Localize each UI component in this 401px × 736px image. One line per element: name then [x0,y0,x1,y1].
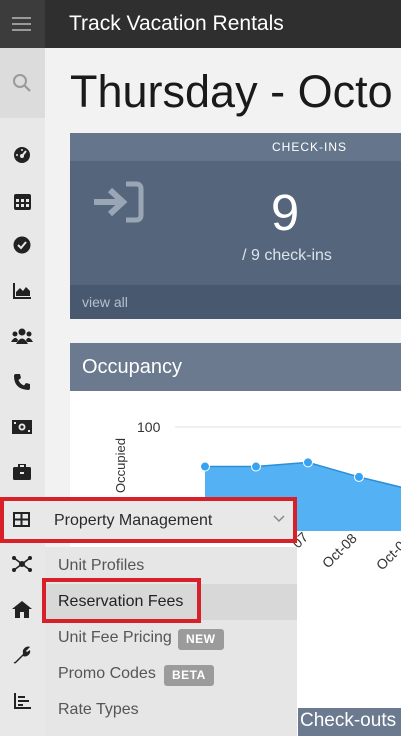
checkins-count: 9 [270,184,300,241]
search-icon [13,74,31,92]
view-all-link[interactable]: view all [82,294,128,310]
y-tick-label: 100 [137,419,161,435]
top-bar: Track Vacation Rentals [0,0,401,48]
sign-in-icon [94,181,144,223]
checkins-title: CHECK-INS [272,140,348,154]
checkouts-card-header: Check-outs [298,708,401,736]
chevron-down-icon [273,515,285,523]
list-chart-icon[interactable] [7,686,37,716]
sidebar [0,48,45,736]
phone-icon[interactable] [7,367,37,397]
occupancy-title: Occupancy [82,356,183,378]
money-bill-icon[interactable] [7,412,37,442]
data-point [303,457,313,468]
briefcase-icon[interactable] [7,457,37,487]
checkins-subtext: / 9 check-ins [242,247,332,264]
property-management-submenu: Unit Profiles Reservation Fees Unit Fee … [45,547,297,736]
app-title: Track Vacation Rentals [69,12,284,35]
submenu-item-unit-fee-pricing[interactable]: Unit Fee Pricing NEW [45,620,297,656]
sidebar-search[interactable] [0,48,45,118]
home-icon[interactable] [7,594,37,624]
data-point [354,471,364,482]
area-chart-icon[interactable] [7,276,37,306]
submenu-item-label: Reservation Fees [58,593,184,610]
submenu-item-reservation-fees[interactable]: Reservation Fees [45,584,297,620]
wrench-icon[interactable] [7,640,37,670]
submenu-item-promo-codes[interactable]: Promo Codes BETA [45,656,297,692]
property-management-menu[interactable]: Property Management [0,497,297,543]
checkins-header: CHECK-INS [70,133,401,161]
data-point [251,461,261,472]
beta-badge: BETA [164,665,214,686]
submenu-item-label: Unit Profiles [58,557,145,574]
submenu-item-unit-profiles[interactable]: Unit Profiles [45,548,297,584]
submenu-item-label: Unit Fee Pricing [58,629,172,646]
network-hub-icon[interactable] [7,549,37,579]
x-tick-label: Oct-08 [319,530,360,571]
calendar-icon[interactable] [7,186,37,216]
x-tick-label: Oct-0 [373,537,401,573]
submenu-item-label: Promo Codes [58,665,156,682]
check-circle-icon[interactable] [7,230,37,260]
new-badge: NEW [178,629,224,650]
occupancy-header: Occupancy [70,343,401,391]
property-management-label: Property Management [54,512,213,529]
submenu-item-rate-types[interactable]: Rate Types [45,692,297,728]
dashboard-gauge-icon[interactable] [7,140,37,170]
data-point [200,461,210,472]
page-date-heading: Thursday - Octo [70,66,393,117]
submenu-item-label: Rate Types [58,701,139,718]
hamburger-menu-icon[interactable] [0,0,45,48]
y-axis-label: Occupied [113,438,128,493]
checkins-footer: view all [70,285,401,319]
users-group-icon[interactable] [7,321,37,351]
table-grid-icon [13,512,30,527]
